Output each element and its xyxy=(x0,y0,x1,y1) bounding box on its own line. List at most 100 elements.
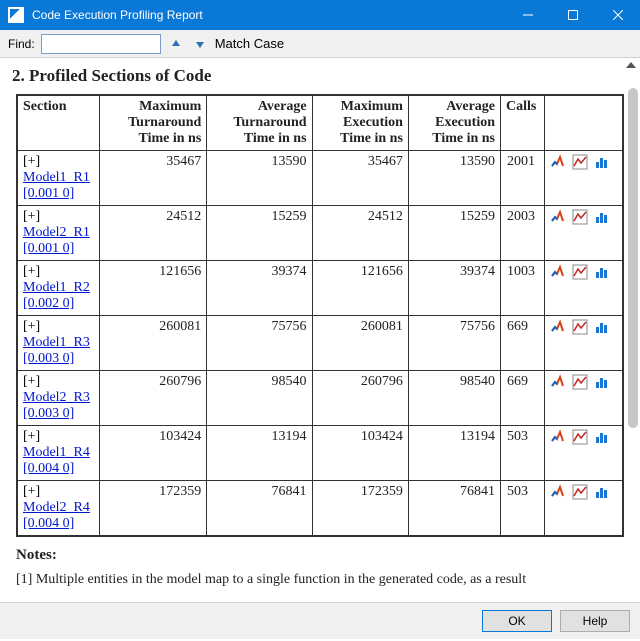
model-link[interactable]: Model2_R4 xyxy=(23,500,90,515)
bar-chart-icon[interactable] xyxy=(594,319,610,335)
avg-execution-cell: 75756 xyxy=(408,316,500,371)
bar-chart-icon[interactable] xyxy=(594,429,610,445)
model-link[interactable]: Model1_R1 xyxy=(23,170,90,185)
bar-chart-icon[interactable] xyxy=(594,484,610,500)
section-cell: [+] Model1_R3 [0.003 0] xyxy=(18,316,100,371)
section-heading: 2. Profiled Sections of Code xyxy=(12,66,628,86)
max-execution-cell: 35467 xyxy=(312,151,408,206)
match-case-label[interactable]: Match Case xyxy=(215,36,284,51)
max-execution-cell: 260796 xyxy=(312,371,408,426)
avg-execution-cell: 39374 xyxy=(408,261,500,316)
col-section: Section xyxy=(18,96,100,151)
avg-execution-cell: 13590 xyxy=(408,151,500,206)
col-calls: Calls xyxy=(501,96,545,151)
actions-cell xyxy=(545,481,623,536)
actions-cell xyxy=(545,316,623,371)
model-subline[interactable]: [0.001 0] xyxy=(23,241,94,257)
expand-toggle[interactable]: [+] xyxy=(23,484,40,499)
expand-toggle[interactable]: [+] xyxy=(23,374,40,389)
expand-toggle[interactable]: [+] xyxy=(23,154,40,169)
model-subline[interactable]: [0.004 0] xyxy=(23,461,94,477)
avg-turnaround-cell: 15259 xyxy=(207,206,312,261)
scroll-up-arrow-icon[interactable] xyxy=(626,62,636,68)
model-link[interactable]: Model1_R4 xyxy=(23,445,90,460)
matlab-icon[interactable] xyxy=(550,429,566,445)
expand-toggle[interactable]: [+] xyxy=(23,264,40,279)
matlab-icon[interactable] xyxy=(550,209,566,225)
find-next-button[interactable] xyxy=(191,35,209,53)
bar-chart-icon[interactable] xyxy=(594,264,610,280)
matlab-icon[interactable] xyxy=(550,264,566,280)
max-turnaround-cell: 103424 xyxy=(99,426,207,481)
section-cell: [+] Model2_R4 [0.004 0] xyxy=(18,481,100,536)
avg-turnaround-cell: 39374 xyxy=(207,261,312,316)
model-link[interactable]: Model2_R1 xyxy=(23,225,90,240)
calls-cell: 1003 xyxy=(501,261,545,316)
table-row: [+] Model1_R2 [0.002 0] 121656 39374 121… xyxy=(18,261,623,316)
plot-icon[interactable] xyxy=(572,154,588,170)
col-max-execution: Maximum Execution Time in ns xyxy=(312,96,408,151)
calls-cell: 669 xyxy=(501,371,545,426)
maximize-button[interactable] xyxy=(550,0,595,30)
plot-icon[interactable] xyxy=(572,429,588,445)
actions-cell xyxy=(545,151,623,206)
profiling-table: Section Maximum Turnaround Time in ns Av… xyxy=(17,95,623,536)
find-input[interactable] xyxy=(41,34,161,54)
plot-icon[interactable] xyxy=(572,374,588,390)
calls-cell: 503 xyxy=(501,481,545,536)
matlab-icon[interactable] xyxy=(550,374,566,390)
expand-toggle[interactable]: [+] xyxy=(23,209,40,224)
bar-chart-icon[interactable] xyxy=(594,154,610,170)
col-max-turnaround: Maximum Turnaround Time in ns xyxy=(99,96,207,151)
model-subline[interactable]: [0.004 0] xyxy=(23,516,94,532)
table-row: [+] Model2_R4 [0.004 0] 172359 76841 172… xyxy=(18,481,623,536)
max-execution-cell: 24512 xyxy=(312,206,408,261)
find-label: Find: xyxy=(8,37,35,51)
avg-turnaround-cell: 76841 xyxy=(207,481,312,536)
table-row: [+] Model1_R3 [0.003 0] 260081 75756 260… xyxy=(18,316,623,371)
model-subline[interactable]: [0.003 0] xyxy=(23,351,94,367)
table-row: [+] Model2_R1 [0.001 0] 24512 15259 2451… xyxy=(18,206,623,261)
section-cell: [+] Model1_R1 [0.001 0] xyxy=(18,151,100,206)
calls-cell: 2001 xyxy=(501,151,545,206)
minimize-button[interactable] xyxy=(505,0,550,30)
max-execution-cell: 121656 xyxy=(312,261,408,316)
bar-chart-icon[interactable] xyxy=(594,374,610,390)
matlab-icon[interactable] xyxy=(550,154,566,170)
calls-cell: 2003 xyxy=(501,206,545,261)
plot-icon[interactable] xyxy=(572,264,588,280)
expand-toggle[interactable]: [+] xyxy=(23,429,40,444)
content-area: 2. Profiled Sections of Code Section Max… xyxy=(0,58,640,603)
plot-icon[interactable] xyxy=(572,484,588,500)
col-avg-execution: Average Execution Time in ns xyxy=(408,96,500,151)
scrollbar-thumb[interactable] xyxy=(628,88,638,428)
model-link[interactable]: Model1_R2 xyxy=(23,280,90,295)
plot-icon[interactable] xyxy=(572,209,588,225)
model-link[interactable]: Model1_R3 xyxy=(23,335,90,350)
matlab-icon[interactable] xyxy=(550,319,566,335)
ok-button[interactable]: OK xyxy=(482,610,552,632)
notes-heading: Notes: xyxy=(16,547,628,564)
model-subline[interactable]: [0.003 0] xyxy=(23,406,94,422)
plot-icon[interactable] xyxy=(572,319,588,335)
find-prev-button[interactable] xyxy=(167,35,185,53)
model-subline[interactable]: [0.001 0] xyxy=(23,186,94,202)
bar-chart-icon[interactable] xyxy=(594,209,610,225)
help-button[interactable]: Help xyxy=(560,610,630,632)
model-subline[interactable]: [0.002 0] xyxy=(23,296,94,312)
close-button[interactable] xyxy=(595,0,640,30)
avg-turnaround-cell: 13194 xyxy=(207,426,312,481)
table-row: [+] Model1_R1 [0.001 0] 35467 13590 3546… xyxy=(18,151,623,206)
model-link[interactable]: Model2_R3 xyxy=(23,390,90,405)
avg-execution-cell: 76841 xyxy=(408,481,500,536)
max-turnaround-cell: 35467 xyxy=(99,151,207,206)
max-execution-cell: 103424 xyxy=(312,426,408,481)
avg-execution-cell: 13194 xyxy=(408,426,500,481)
matlab-icon[interactable] xyxy=(550,484,566,500)
calls-cell: 503 xyxy=(501,426,545,481)
actions-cell xyxy=(545,206,623,261)
expand-toggle[interactable]: [+] xyxy=(23,319,40,334)
avg-execution-cell: 15259 xyxy=(408,206,500,261)
table-row: [+] Model1_R4 [0.004 0] 103424 13194 103… xyxy=(18,426,623,481)
profiling-table-container: Section Maximum Turnaround Time in ns Av… xyxy=(16,94,624,537)
